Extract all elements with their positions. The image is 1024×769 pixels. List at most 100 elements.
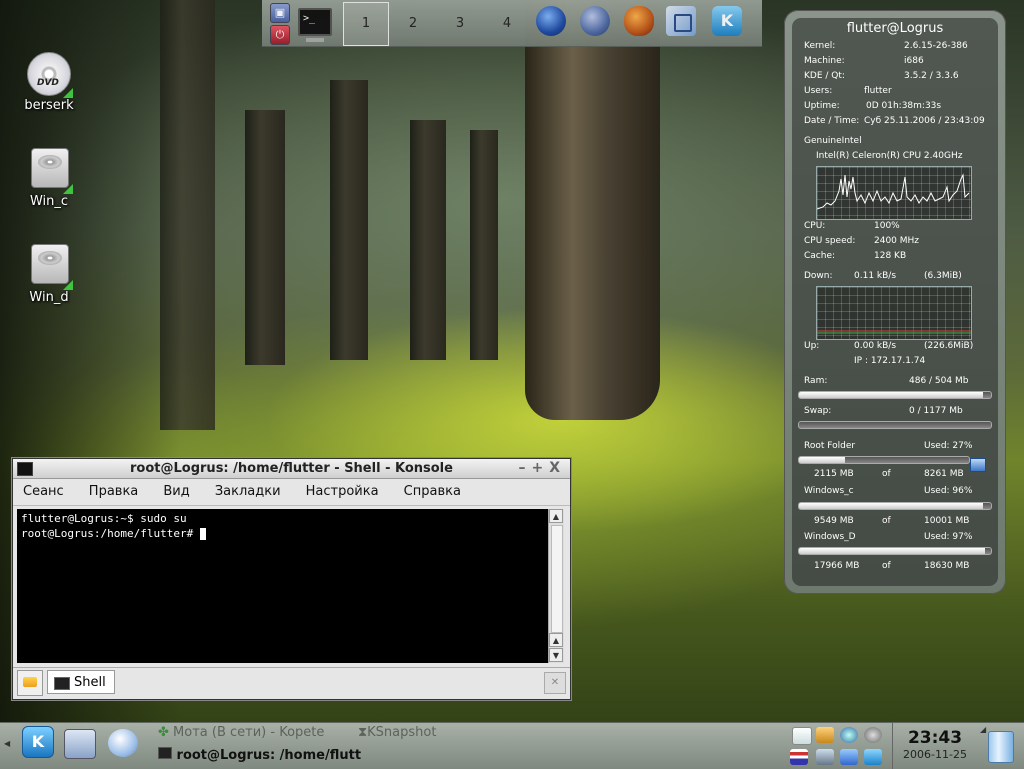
folder-icon[interactable]: [816, 727, 834, 743]
sysinfo-users: Users: flutter: [804, 86, 892, 96]
desktop-icon-win-d[interactable]: Win_d: [4, 244, 94, 305]
close-icon[interactable]: X: [549, 460, 566, 476]
terminal-scrollbar[interactable]: ▲ ▲ ▼: [548, 509, 564, 663]
system-monitor-widget: flutter@Logrus Kernel: 2.6.15-26-386 Mach…: [784, 10, 1006, 594]
ip-address: IP : 172.17.1.74: [854, 356, 926, 366]
lock-icon[interactable]: ▣: [270, 3, 290, 23]
tab-shell-label: Shell: [74, 675, 106, 690]
minimize-icon[interactable]: –: [518, 460, 531, 476]
wallpaper-tree: [470, 130, 498, 360]
terminal-icon: [158, 747, 172, 759]
settings-tray-icon[interactable]: [864, 727, 882, 743]
new-session-icon[interactable]: [17, 670, 43, 696]
wallpaper-tree: [330, 80, 368, 360]
taskbar-item-ksnapshot[interactable]: ⧗KSnapshot: [358, 725, 436, 740]
taskbar-item-konsole[interactable]: root@Logrus: /home/flutt: [158, 747, 361, 763]
swap-usage: Swap: 0 / 1177 Mb: [804, 406, 963, 416]
disk-settings-icon[interactable]: [970, 458, 986, 472]
cpu-speed: CPU speed: 2400 MHz: [804, 236, 920, 246]
menu-bookmarks[interactable]: Закладки: [205, 479, 291, 505]
menu-help[interactable]: Справка: [394, 479, 471, 505]
kde-icon[interactable]: K: [712, 6, 742, 36]
keyboard-layout-icon[interactable]: [790, 749, 808, 765]
clock-date: 2006-11-25: [903, 748, 967, 761]
disk-windows-d-bar: [798, 547, 992, 555]
mail-client-icon[interactable]: [108, 729, 138, 757]
window-controls: –+X: [518, 459, 566, 478]
panel-hide-left-icon[interactable]: ◀: [4, 739, 10, 748]
desktop-icon-label: Win_c: [29, 194, 69, 209]
desktop-pager-4[interactable]: 4: [484, 2, 530, 46]
menu-edit[interactable]: Правка: [79, 479, 148, 505]
terminal-cursor: [199, 528, 206, 540]
volume-icon[interactable]: [816, 749, 834, 765]
scrollbar-track[interactable]: [551, 525, 563, 633]
klipper-icon[interactable]: [792, 727, 812, 745]
amarok-icon[interactable]: [624, 6, 654, 36]
desktop-pager-2[interactable]: 2: [390, 2, 436, 46]
desktop-pager-1[interactable]: 1: [343, 2, 389, 46]
network-icon[interactable]: [666, 6, 696, 36]
cpu-load-graph: [816, 166, 972, 220]
dvd-icon: DVD: [27, 52, 73, 98]
window-menu-icon[interactable]: [17, 462, 33, 476]
desktop-icon-label: berserk: [24, 98, 74, 113]
kde-tray-icon[interactable]: [864, 749, 882, 765]
cpu-cache: Cache: 128 KB: [804, 251, 907, 261]
net-up: Up: 0.00 kB/s (226.6MiB): [804, 341, 974, 351]
clock[interactable]: 23:43 2006-11-25: [892, 723, 977, 769]
maximize-icon[interactable]: +: [531, 460, 549, 476]
wallpaper-tree: [410, 120, 446, 360]
hourglass-icon: ⧗: [358, 725, 368, 740]
menu-settings[interactable]: Настройка: [296, 479, 389, 505]
widget-title: flutter@Logrus: [846, 21, 944, 36]
panel-hide-right-icon[interactable]: ◢: [980, 725, 986, 734]
close-session-icon[interactable]: ✕: [544, 672, 566, 694]
konsole-icon[interactable]: [298, 8, 332, 42]
window-titlebar[interactable]: root@Logrus: /home/flutter - Shell - Kon…: [13, 459, 570, 479]
sysinfo-uptime: Uptime: 0D 01h:38m:33s: [804, 101, 942, 111]
tab-shell[interactable]: Shell: [47, 670, 115, 694]
desktop-icon-berserk[interactable]: DVD berserk: [4, 52, 94, 113]
show-desktop-icon[interactable]: [64, 729, 96, 759]
desktop-pager-3[interactable]: 3: [437, 2, 483, 46]
swap-bar: [798, 421, 992, 429]
cpu-usage: CPU: 100%: [804, 221, 900, 231]
sysinfo-kernel: Kernel: 2.6.15-26-386: [804, 41, 968, 51]
session-tab-bar: Shell ✕: [13, 667, 570, 698]
disk-windows-c: Windows_c Used: 96%: [804, 486, 973, 496]
terminal-area[interactable]: flutter@Logrus:~$ sudo su root@Logrus:/h…: [17, 509, 549, 663]
kde-menu-button[interactable]: K: [22, 726, 54, 758]
sysinfo-machine: Machine: i686: [804, 56, 924, 66]
clock-time: 23:43: [907, 728, 963, 748]
scroll-up-icon[interactable]: ▲: [549, 509, 563, 523]
disk-windows-c-bar: [798, 502, 992, 510]
desktop-icon-label: Win_d: [29, 290, 69, 305]
menu-session[interactable]: Сеанс: [13, 479, 74, 505]
menu-bar: Сеанс Правка Вид Закладки Настройка Спра…: [13, 479, 570, 506]
wallpaper-big-tree: [525, 0, 660, 420]
bottom-panel: ◀ K ✤ Мота (В сети) - Kopete ⧗KSnapshot …: [0, 722, 1024, 769]
net-down: Down: 0.11 kB/s (6.3MiB): [804, 271, 962, 281]
menu-view[interactable]: Вид: [153, 479, 199, 505]
desktop-icon-win-c[interactable]: Win_c: [4, 148, 94, 209]
kopete-icon: ✤: [158, 725, 169, 740]
cpu-vendor: GenuineIntel: [804, 136, 862, 146]
browser-globe-icon[interactable]: [536, 6, 566, 36]
network-tray-icon[interactable]: [840, 727, 858, 743]
ram-bar: [798, 391, 992, 399]
scroll-up-icon[interactable]: ▲: [549, 633, 563, 647]
terminal-line: root@Logrus:/home/flutter#: [21, 526, 549, 541]
trash-icon[interactable]: [988, 731, 1014, 763]
network-manager-icon[interactable]: [840, 749, 858, 765]
thunderbird-icon[interactable]: [580, 6, 610, 36]
sysinfo-datetime: Date / Time: Суб 25.11.2006 / 23:43:09: [804, 116, 985, 126]
disk-windows-d-sizes: 17966 MB of 18630 MB: [814, 561, 970, 571]
taskbar-item-kopete[interactable]: ✤ Мота (В сети) - Kopete: [158, 725, 324, 740]
wallpaper-tree: [245, 110, 285, 365]
scroll-down-icon[interactable]: ▼: [549, 648, 563, 662]
sysinfo-kde-qt: KDE / Qt: 3.5.2 / 3.3.6: [804, 71, 959, 81]
logout-icon[interactable]: ⏻: [270, 25, 290, 45]
terminal-icon: [54, 677, 70, 690]
disk-root-sizes: 2115 MB of 8261 MB: [814, 469, 964, 479]
